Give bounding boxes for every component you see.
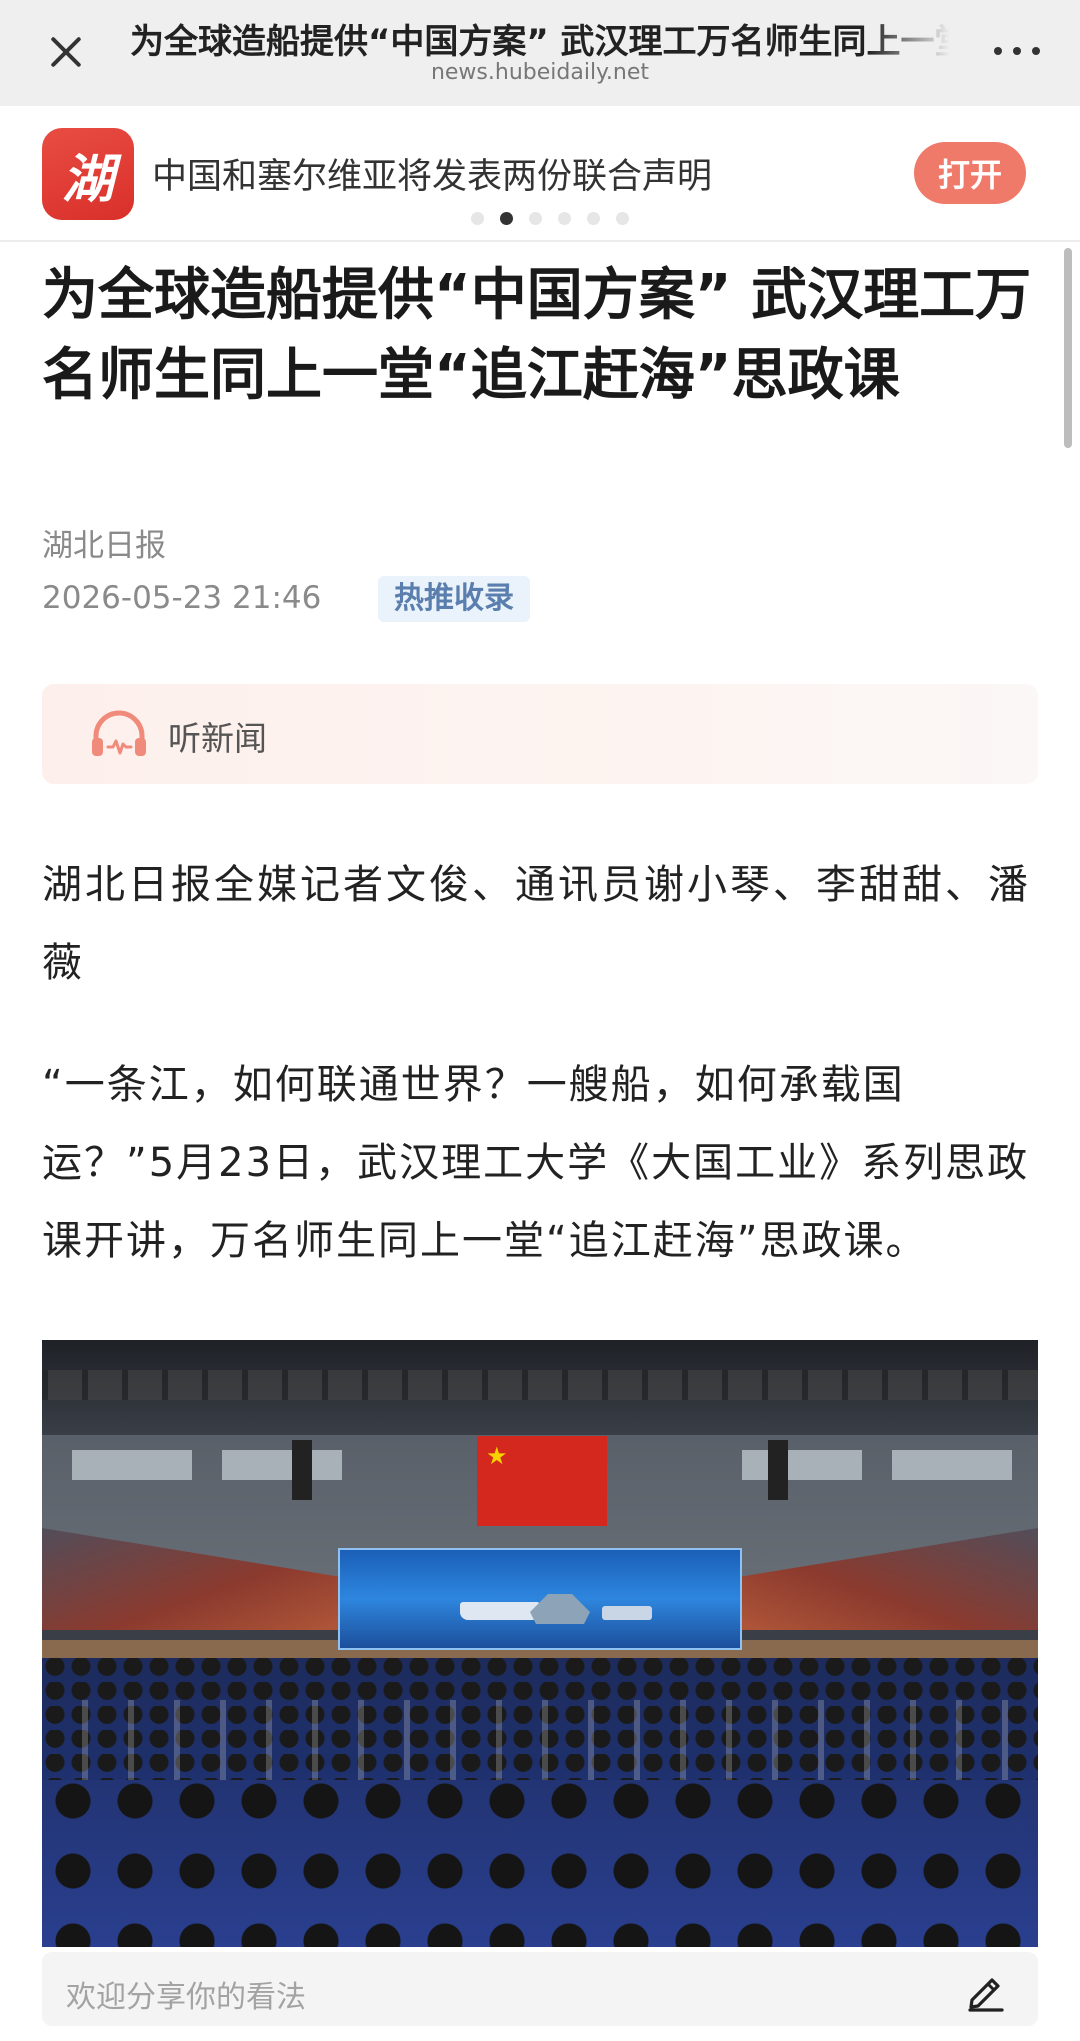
photo-flag-star: ★	[486, 1442, 508, 1470]
photo-truss	[42, 1370, 1038, 1400]
headphone-icon	[92, 710, 146, 756]
comment-input[interactable]: 欢迎分享你的看法	[42, 1952, 1038, 2026]
open-app-button[interactable]: 打开	[914, 142, 1026, 204]
article-headline: 为全球造船提供“中国方案” 武汉理工万名师生同上一堂“追江赶海”思政课	[42, 263, 1032, 408]
comment-placeholder: 欢迎分享你的看法	[66, 1980, 306, 2015]
listen-news-button[interactable]: 听新闻	[42, 684, 1038, 784]
page-title: 为全球造船提供“中国方案” 武汉理工万名师生同上一堂“追江赶海”思政课	[130, 22, 950, 60]
more-icon[interactable]	[994, 44, 1040, 58]
photo-window	[742, 1450, 862, 1480]
pencil-icon[interactable]	[964, 1968, 1008, 2012]
carousel-dot	[529, 212, 542, 225]
promo-headline[interactable]: 中国和塞尔维亚将发表两份联合声明	[152, 148, 712, 199]
photo-window	[72, 1450, 192, 1480]
photo-audience-front	[42, 1780, 1038, 1947]
page-url: news.hubeidaily.net	[430, 60, 650, 85]
carousel-dot-active	[500, 212, 513, 225]
carousel-dots	[0, 212, 1080, 225]
article-photo[interactable]: ★	[42, 1340, 1038, 1947]
listen-label: 听新闻	[168, 719, 267, 758]
photo-stage-screen	[338, 1548, 742, 1650]
photo-speaker	[768, 1440, 788, 1500]
app-promo-banner[interactable]: 湖 中国和塞尔维亚将发表两份联合声明 打开	[0, 106, 1080, 242]
photo-window	[892, 1450, 1012, 1480]
browser-top-bar: 为全球造船提供“中国方案” 武汉理工万名师生同上一堂“追江赶海”思政课 news…	[0, 0, 1080, 106]
article-source[interactable]: 湖北日报	[42, 520, 166, 565]
carousel-dot	[587, 212, 600, 225]
carousel-dot	[616, 212, 629, 225]
article-datetime: 2026-05-23 21:46	[42, 580, 322, 616]
article-byline: 湖北日报全媒记者文俊、通讯员谢小琴、李甜甜、潘薇	[42, 862, 1031, 986]
photo-ship	[530, 1594, 590, 1624]
article-lead-paragraph: “一条江，如何联通世界？一艘船，如何承载国运？”5月23日，武汉理工大学《大国工…	[42, 1062, 1030, 1264]
hot-recommend-tag[interactable]: 热推收录	[378, 576, 530, 622]
carousel-dot	[558, 212, 571, 225]
photo-speaker	[292, 1440, 312, 1500]
app-logo-char: 湖	[61, 149, 114, 210]
app-logo: 湖	[42, 128, 134, 220]
photo-ship	[460, 1602, 540, 1620]
scrollbar[interactable]	[1064, 248, 1072, 448]
carousel-dot	[471, 212, 484, 225]
photo-window	[222, 1450, 342, 1480]
photo-ship	[602, 1606, 652, 1620]
